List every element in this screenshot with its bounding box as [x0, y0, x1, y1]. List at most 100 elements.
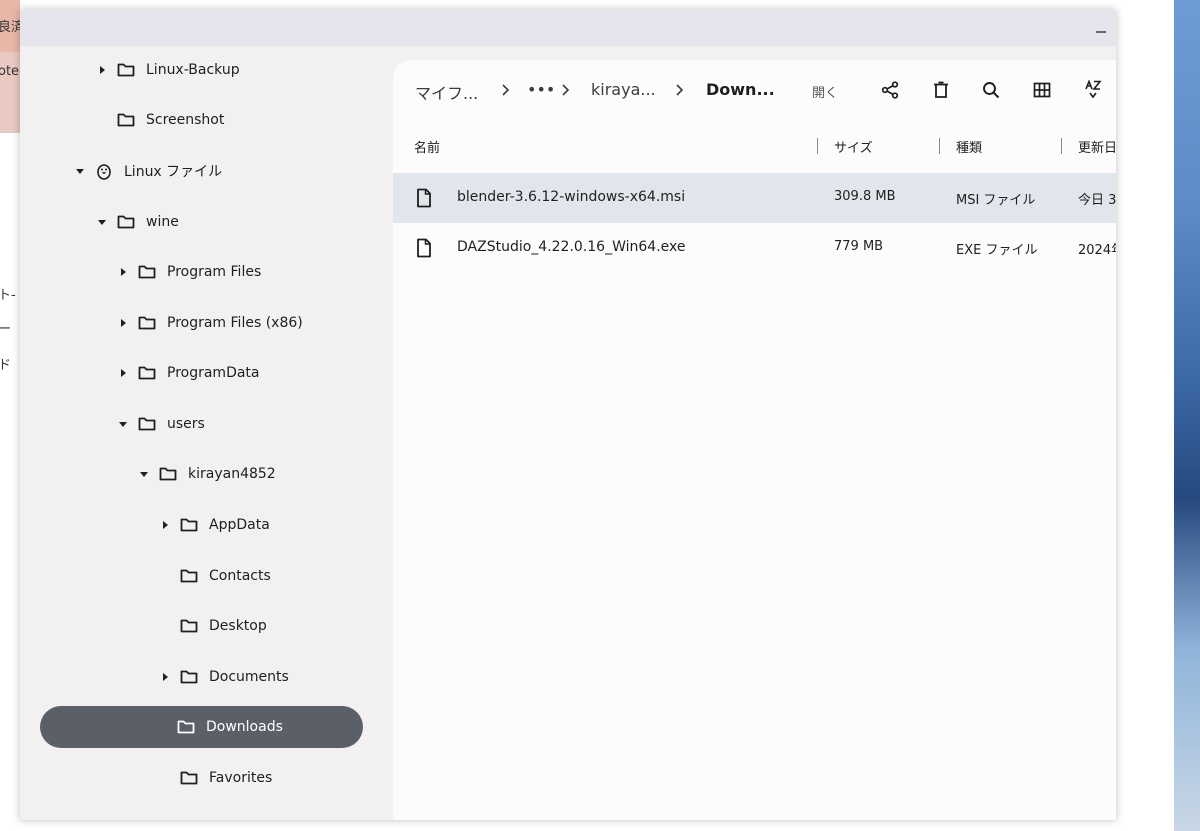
sidebar-item-label: users: [167, 416, 205, 432]
folder-icon: [179, 667, 199, 687]
file-icon: [417, 238, 431, 258]
sidebar-item-label: Linux ファイル: [124, 164, 223, 180]
folder-icon: [179, 616, 199, 636]
collapse-arrow-icon[interactable]: [74, 165, 86, 177]
sidebar-item-program-files-x86[interactable]: Program Files (x86): [117, 302, 303, 344]
open-button[interactable]: 開く: [812, 82, 838, 101]
sidebar-item-wine[interactable]: wine: [96, 201, 179, 243]
expand-arrow-icon[interactable]: [117, 367, 129, 379]
column-header-name[interactable]: 名前: [414, 137, 440, 156]
column-header-modified[interactable]: 更新日: [1078, 137, 1116, 156]
expand-arrow-icon[interactable]: [117, 266, 129, 278]
file-row[interactable]: blender-3.6.12-windows-x64.msi 309.8 MB …: [393, 173, 1116, 223]
sidebar-item-label: AppData: [209, 517, 270, 533]
search-button[interactable]: [979, 78, 1003, 102]
file-size: 309.8 MB: [834, 189, 896, 204]
sidebar-item-label: kirayan4852: [188, 466, 276, 482]
sidebar-item-label: Linux-Backup: [146, 62, 240, 78]
sidebar-item-favorites[interactable]: Favorites: [179, 757, 272, 799]
folder-icon: [116, 212, 136, 232]
sort-button[interactable]: [1081, 78, 1105, 102]
collapse-arrow-icon[interactable]: [138, 468, 150, 480]
folder-icon: [137, 414, 157, 434]
folder-icon: [179, 768, 199, 788]
grid-view-icon: [1033, 82, 1051, 98]
collapse-arrow-icon[interactable]: [117, 418, 129, 430]
sidebar-item-desktop[interactable]: Desktop: [179, 605, 267, 647]
sidebar-item-label: Documents: [209, 669, 289, 685]
chevron-right-icon: [499, 82, 513, 96]
files-app-window: Linux-Backup Screenshot Linux ファイル wine …: [20, 10, 1116, 820]
grid-view-button[interactable]: [1030, 78, 1054, 102]
folder-icon: [158, 464, 178, 484]
folder-icon: [116, 110, 136, 130]
sidebar-item-screenshot[interactable]: Screenshot: [116, 99, 224, 141]
file-list-panel: マイフ... ••• kiraya... Down... 開く 名前 サイズ 種…: [393, 60, 1116, 820]
sidebar-item-label: Program Files: [167, 264, 262, 280]
column-divider[interactable]: [939, 138, 940, 154]
collapse-arrow-icon[interactable]: [96, 216, 108, 228]
minimize-button[interactable]: [1086, 14, 1116, 42]
sidebar-item-label: Screenshot: [146, 112, 225, 128]
share-icon: [881, 81, 899, 99]
sidebar-item-documents[interactable]: Documents: [159, 656, 289, 698]
delete-button[interactable]: [929, 78, 953, 102]
expand-arrow-icon[interactable]: [117, 317, 129, 329]
breadcrumb-kirayan[interactable]: kiraya...: [591, 80, 656, 99]
column-header-size[interactable]: サイズ: [834, 137, 873, 156]
breadcrumb-downloads[interactable]: Down...: [706, 80, 775, 99]
column-divider[interactable]: [1061, 138, 1062, 154]
toolbar: マイフ... ••• kiraya... Down... 開く: [393, 60, 1116, 120]
sidebar-item-program-files[interactable]: Program Files: [117, 251, 261, 293]
chevron-right-icon: [673, 82, 687, 96]
breadcrumb-overflow[interactable]: •••: [527, 80, 555, 99]
background-divider: [0, 132, 20, 133]
file-size: 779 MB: [834, 239, 884, 254]
background-text: ト-: [0, 288, 16, 303]
delete-icon: [934, 81, 948, 98]
penguin-icon: [94, 161, 114, 181]
minimize-icon: [1096, 31, 1106, 33]
background-app: 良済 ote ト- ー ド: [0, 0, 20, 831]
sidebar-item-downloads[interactable]: Downloads: [40, 706, 363, 748]
file-icon: [417, 188, 431, 208]
folder-icon: [176, 717, 196, 737]
chevron-right-icon: [559, 82, 573, 96]
background-text: ド: [0, 358, 12, 373]
file-name: DAZStudio_4.22.0.16_Win64.exe: [457, 239, 686, 255]
file-type: EXE ファイル: [956, 243, 1038, 258]
expand-arrow-icon[interactable]: [159, 519, 171, 531]
sidebar-item-programdata[interactable]: ProgramData: [117, 352, 260, 394]
sidebar-item-linux-backup[interactable]: Linux-Backup: [96, 49, 240, 91]
expand-arrow-icon[interactable]: [159, 671, 171, 683]
folder-icon: [137, 262, 157, 282]
sidebar-item-appdata[interactable]: AppData: [159, 504, 270, 546]
file-row[interactable]: DAZStudio_4.22.0.16_Win64.exe 779 MB EXE…: [393, 223, 1116, 273]
folder-icon: [116, 60, 136, 80]
folder-icon: [179, 515, 199, 535]
column-divider[interactable]: [817, 138, 818, 154]
title-bar[interactable]: [20, 10, 1116, 46]
background-text: ー: [0, 322, 12, 337]
search-icon: [983, 82, 1000, 99]
sidebar-item-contacts[interactable]: Contacts: [179, 555, 271, 597]
sidebar-item-users[interactable]: users: [117, 403, 205, 445]
share-button[interactable]: [878, 78, 902, 102]
file-name: blender-3.6.12-windows-x64.msi: [457, 189, 686, 205]
column-header-type[interactable]: 種類: [956, 137, 982, 156]
sidebar-item-kirayan4852[interactable]: kirayan4852: [138, 453, 276, 495]
file-type: MSI ファイル: [956, 193, 1036, 208]
expand-arrow-icon[interactable]: [96, 64, 108, 76]
sidebar-item-label: Program Files (x86): [167, 315, 303, 331]
background-text: ote: [0, 64, 20, 79]
folder-icon: [137, 363, 157, 383]
file-modified: 2024年6...: [1078, 243, 1116, 258]
sidebar-item-label: Downloads: [206, 719, 283, 735]
background-text: 良済: [0, 20, 20, 35]
folder-icon: [179, 566, 199, 586]
sidebar-item-label: wine: [146, 214, 179, 230]
sidebar-item-label: Contacts: [209, 568, 271, 584]
file-modified: 今日 3:16: [1078, 193, 1116, 208]
breadcrumb-my-files[interactable]: マイフ...: [415, 80, 478, 104]
sidebar-item-linux-files[interactable]: Linux ファイル: [74, 150, 222, 192]
